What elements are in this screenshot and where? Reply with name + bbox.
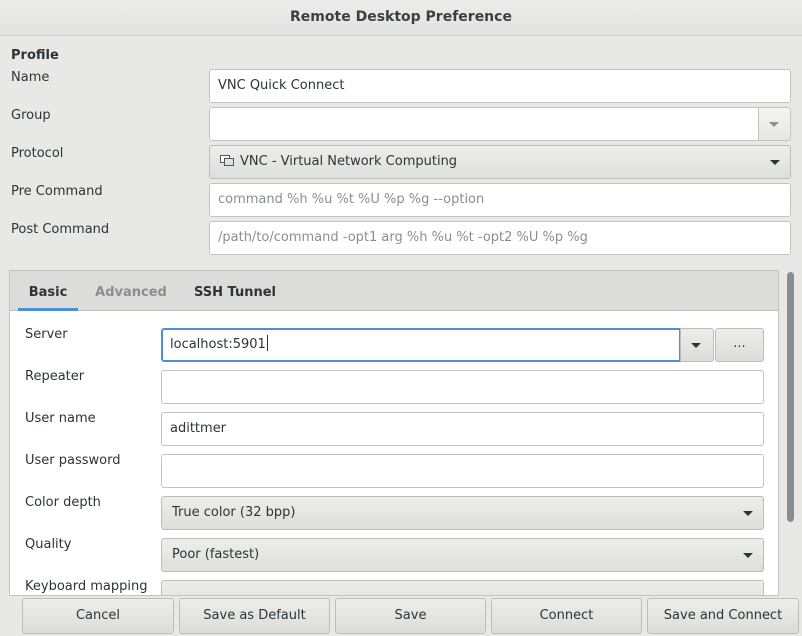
- server-browse-button[interactable]: ...: [715, 328, 764, 362]
- window-title: Remote Desktop Preference: [290, 9, 512, 25]
- tab-ssh-tunnel[interactable]: SSH Tunnel: [188, 271, 282, 311]
- group-dropdown-button[interactable]: [758, 107, 791, 141]
- save-button[interactable]: Save: [335, 598, 486, 634]
- settings-notebook: Basic Advanced SSH Tunnel Server localho…: [9, 270, 779, 596]
- group-label: Group: [11, 108, 51, 123]
- tab-advanced[interactable]: Advanced: [90, 271, 172, 311]
- cancel-button[interactable]: Cancel: [22, 598, 174, 634]
- group-field[interactable]: [209, 107, 759, 141]
- quality-label: Quality: [25, 537, 72, 552]
- server-value: localhost:5901: [170, 337, 266, 352]
- window-titlebar[interactable]: Remote Desktop Preference: [0, 0, 802, 36]
- color-depth-select[interactable]: True color (32 bpp): [161, 496, 764, 530]
- color-depth-label: Color depth: [25, 495, 101, 510]
- connect-button[interactable]: Connect: [491, 598, 642, 634]
- save-as-default-button[interactable]: Save as Default: [179, 598, 330, 634]
- color-depth-value: True color (32 bpp): [172, 505, 296, 520]
- name-field[interactable]: VNC Quick Connect: [209, 69, 791, 103]
- server-label: Server: [25, 327, 68, 342]
- name-label: Name: [11, 70, 50, 85]
- save-and-connect-button[interactable]: Save and Connect: [647, 598, 799, 634]
- server-history-button[interactable]: [680, 328, 714, 362]
- quality-select[interactable]: Poor (fastest): [161, 538, 764, 572]
- chevron-down-icon: [743, 511, 753, 516]
- text-cursor: [266, 335, 268, 351]
- username-field[interactable]: adittmer: [161, 412, 764, 446]
- pre-command-field[interactable]: command %h %u %t %U %p %g --option: [209, 183, 791, 217]
- remote-desktop-icon: [220, 147, 234, 166]
- pre-command-label: Pre Command: [11, 184, 103, 199]
- chevron-down-icon: [743, 553, 753, 558]
- repeater-label: Repeater: [25, 369, 85, 384]
- chevron-down-icon: [770, 160, 780, 165]
- tab-basic[interactable]: Basic: [18, 271, 78, 311]
- password-label: User password: [25, 453, 121, 468]
- repeater-field[interactable]: [161, 370, 764, 404]
- protocol-select[interactable]: VNC - Virtual Network Computing: [209, 145, 791, 179]
- protocol-label: Protocol: [11, 146, 64, 161]
- post-command-field[interactable]: /path/to/command -opt1 arg %h %u %t -opt…: [209, 221, 791, 255]
- quality-value: Poor (fastest): [172, 547, 260, 562]
- keyboard-mapping-select[interactable]: [161, 580, 764, 595]
- scrollbar-thumb[interactable]: [787, 272, 794, 522]
- protocol-value: VNC - Virtual Network Computing: [240, 154, 458, 169]
- keyboard-mapping-label: Keyboard mapping: [25, 579, 148, 594]
- server-input[interactable]: localhost:5901: [161, 328, 681, 362]
- chevron-down-icon: [769, 122, 779, 127]
- password-field[interactable]: [161, 454, 764, 488]
- profile-section-title: Profile: [11, 48, 59, 63]
- notebook-scrollbar[interactable]: [785, 270, 797, 596]
- post-command-label: Post Command: [11, 222, 110, 237]
- username-label: User name: [25, 411, 96, 426]
- chevron-down-icon: [691, 343, 701, 348]
- tab-bar: Basic Advanced SSH Tunnel: [10, 271, 778, 311]
